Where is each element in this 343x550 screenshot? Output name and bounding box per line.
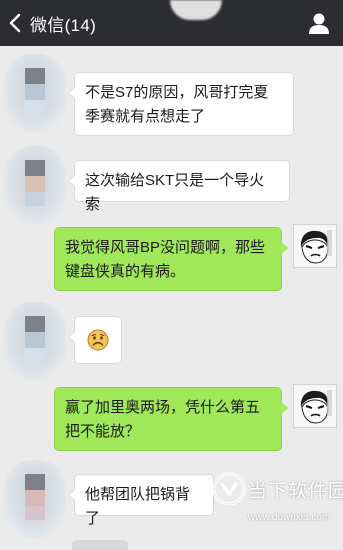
avatar[interactable]	[4, 302, 66, 380]
watermark: 当下软件园 www.downxia.com	[212, 468, 343, 538]
message-text: 不是S7的原因，风哥打完夏季赛就有点想走了	[85, 84, 269, 125]
watermark-logo	[212, 472, 246, 506]
chevron-left-icon	[8, 13, 22, 33]
avatar[interactable]	[293, 384, 337, 428]
message-bubble[interactable]: 不是S7的原因，风哥打完夏季赛就有点想走了	[68, 72, 294, 136]
message-text: 这次输给SKT只是一个导火索	[85, 172, 265, 213]
message-text: 赢了加里奥两场，凭什么第五把不能放？	[65, 399, 261, 440]
chat-screen: 微信(14) 不是S7的原因，风哥打完夏季赛就有点想走了 这次输给SKT只是一个…	[0, 0, 343, 550]
message-bubble[interactable]	[68, 316, 122, 364]
watermark-url: www.downxia.com	[248, 512, 331, 523]
avatar[interactable]	[4, 460, 66, 538]
person-icon	[307, 11, 331, 35]
avatar[interactable]	[4, 54, 66, 132]
top-bar: 微信(14)	[0, 0, 343, 46]
message-text: 他帮团队把锅背了	[85, 486, 191, 527]
message-bubble[interactable]: 我觉得风哥BP没问题啊，那些键盘侠真的有病。	[54, 227, 288, 291]
chat-title: 微信(14)	[30, 15, 97, 35]
blurred-area	[170, 0, 222, 20]
chat-info-button[interactable]	[307, 11, 331, 35]
sad-face-emoji	[87, 329, 109, 351]
message-text: 我觉得风哥BP没问题啊，那些键盘侠真的有病。	[65, 239, 266, 280]
avatar[interactable]	[293, 224, 337, 268]
next-avatar-edge	[72, 540, 128, 550]
message-bubble[interactable]: 赢了加里奥两场，凭什么第五把不能放？	[54, 387, 288, 451]
watermark-name: 当下软件园	[248, 481, 343, 502]
back-button[interactable]: 微信(14)	[8, 10, 96, 36]
message-bubble[interactable]: 他帮团队把锅背了	[68, 474, 214, 527]
message-bubble[interactable]: 这次输给SKT只是一个导火索	[68, 160, 290, 213]
avatar[interactable]	[4, 146, 66, 224]
